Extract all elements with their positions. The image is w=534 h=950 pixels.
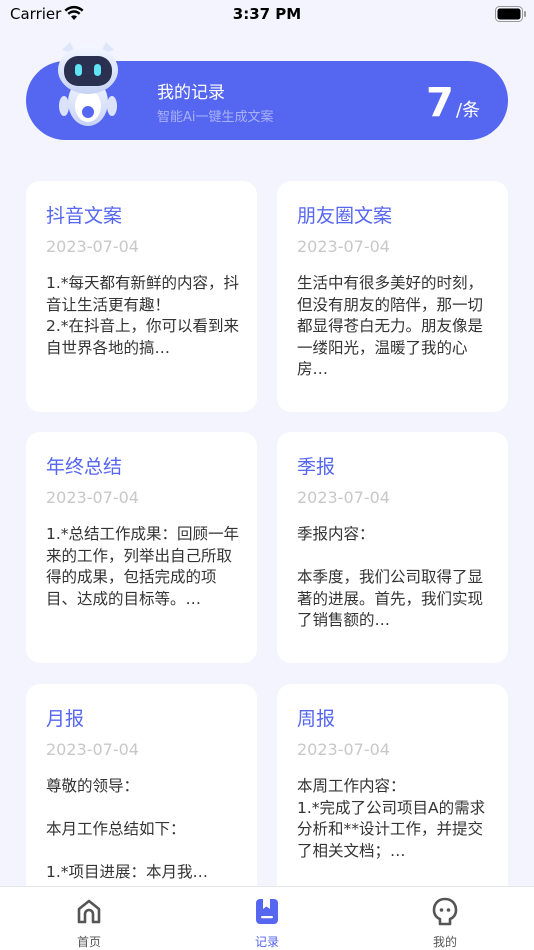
tab-home-label: 首页 (76, 935, 101, 949)
page-title: 我的记录 (157, 83, 225, 103)
record-count: 7 (426, 80, 454, 126)
record-preview: 1.*总结工作成果：回顾一年来的工作，列举出自己所取得的成果，包括完成的项目、达… (46, 525, 240, 608)
profile-icon (432, 897, 458, 926)
record-count-unit: /条 (456, 100, 481, 121)
status-time: 3:37 PM (232, 5, 302, 23)
tab-records[interactable]: 记录 (207, 887, 327, 950)
record-icon (256, 899, 278, 924)
status-bar: Carrier 3:37 PM (0, 0, 534, 30)
record-card[interactable]: 月报 2023-07-04 尊敬的领导： 本月工作总结如下： 1.*项目进展：本… (26, 684, 257, 915)
record-title: 月报 (46, 708, 85, 730)
tab-profile[interactable]: 我的 (385, 887, 505, 950)
record-card[interactable]: 季报 2023-07-04 季报内容： 本季度，我们公司取得了显著的进展。首先，… (277, 432, 508, 663)
record-title: 年终总结 (46, 456, 123, 478)
record-date: 2023-07-04 (46, 740, 139, 759)
record-title: 季报 (297, 456, 336, 478)
battery-icon (495, 6, 526, 22)
record-card[interactable]: 抖音文案 2023-07-04 1.*每天都有新鲜的内容，抖音让生活更有趣！ 2… (26, 181, 257, 412)
record-date: 2023-07-04 (297, 740, 390, 759)
record-preview: 本周工作内容： 1.*完成了公司项目A的需求分析和**设计工作，并提交了相关文档… (297, 777, 486, 860)
record-title: 周报 (297, 708, 336, 730)
record-title: 朋友圈文案 (297, 205, 393, 227)
page-subtitle: 智能Ai一键生成文案 (157, 110, 274, 125)
record-card[interactable]: 朋友圈文案 2023-07-04 生活中有很多美好的时刻，但没有朋友的陪伴，那一… (277, 181, 508, 412)
record-date: 2023-07-04 (46, 237, 139, 256)
tab-profile-label: 我的 (432, 935, 457, 949)
record-preview: 生活中有很多美好的时刻，但没有朋友的陪伴，那一切都显得苍白无力。朋友像是一缕阳光… (297, 274, 484, 378)
record-preview: 季报内容： 本季度，我们公司取得了显著的进展。首先，我们实现了销售额的… (297, 525, 484, 629)
record-card[interactable]: 年终总结 2023-07-04 1.*总结工作成果：回顾一年来的工作，列举出自己… (26, 432, 257, 663)
tab-records-label: 记录 (254, 935, 279, 949)
bottom-tab-bar: 首页 记录 我的 (0, 886, 534, 950)
record-preview: 尊敬的领导： 本月工作总结如下： 1.*项目进展：本月我… (46, 777, 209, 881)
robot-mascot-icon (58, 42, 118, 126)
record-card[interactable]: 周报 2023-07-04 本周工作内容： 1.*完成了公司项目A的需求分析和*… (277, 684, 508, 915)
tab-home[interactable]: 首页 (29, 887, 149, 950)
record-date: 2023-07-04 (46, 488, 139, 507)
record-title: 抖音文案 (46, 205, 123, 227)
record-date: 2023-07-04 (297, 488, 390, 507)
record-preview: 1.*每天都有新鲜的内容，抖音让生活更有趣！ 2.*在抖音上，你可以看到来自世界… (46, 274, 240, 357)
record-date: 2023-07-04 (297, 237, 390, 256)
home-icon (77, 899, 101, 924)
